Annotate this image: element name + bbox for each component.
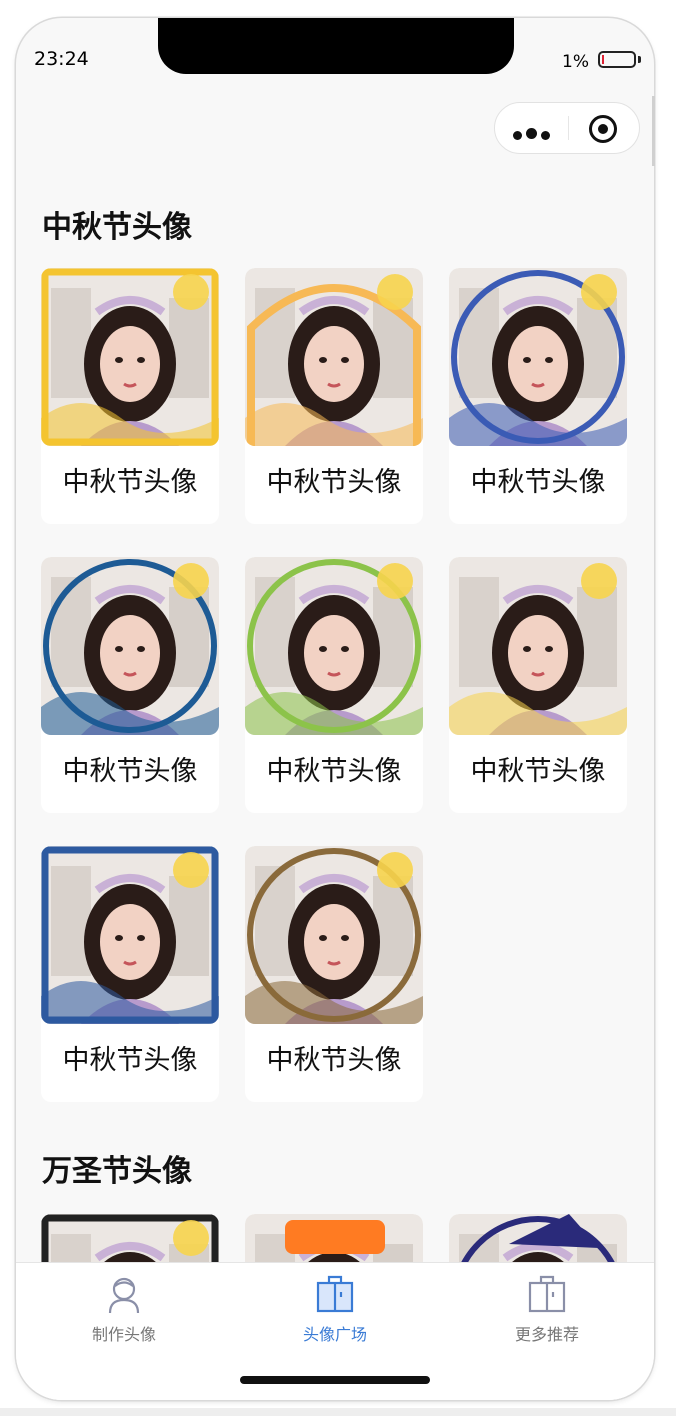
section-title-halloween: 万圣节头像 bbox=[42, 1154, 192, 1189]
tab-label-make: 制作头像 bbox=[91, 1325, 156, 1344]
avatar-card-label: 中秋节头像 bbox=[62, 467, 198, 498]
avatar-thumbnail[interactable] bbox=[245, 557, 423, 735]
bottom-strip bbox=[0, 1408, 676, 1416]
notch bbox=[158, 18, 514, 74]
avatar-thumbnail[interactable] bbox=[41, 557, 219, 735]
book-icon bbox=[528, 1275, 566, 1313]
avatar-card-label: 中秋节头像 bbox=[470, 467, 606, 498]
avatar-card[interactable]: 中秋节头像 bbox=[245, 268, 423, 524]
person-icon bbox=[108, 1277, 140, 1314]
miniprogram-capsule bbox=[494, 102, 640, 154]
avatar-card[interactable]: 中秋节头像 bbox=[245, 846, 423, 1102]
book-icon bbox=[316, 1275, 354, 1313]
tab-more-recommend[interactable]: 更多推荐 bbox=[477, 1275, 617, 1345]
avatar-thumbnail[interactable] bbox=[41, 846, 219, 1024]
avatar-card[interactable]: 中秋节头像 bbox=[41, 557, 219, 813]
avatar-card[interactable]: 中秋节头像 bbox=[245, 557, 423, 813]
phone-frame: 23:24 1% 中秋节头像 万圣节头像 中秋节头像 中秋节头像 中秋节头像 中秋节头… bbox=[16, 18, 654, 1400]
tab-avatar-plaza[interactable]: 头像广场 bbox=[265, 1275, 405, 1345]
battery-tip bbox=[638, 56, 641, 63]
avatar-thumbnail[interactable] bbox=[245, 268, 423, 446]
avatar-thumbnail[interactable] bbox=[449, 557, 627, 735]
avatar-card[interactable]: 中秋节头像 bbox=[449, 557, 627, 813]
avatar-card-label: 中秋节头像 bbox=[62, 1045, 198, 1076]
battery-icon bbox=[598, 51, 636, 68]
tab-label-plaza: 头像广场 bbox=[302, 1325, 367, 1344]
close-target-icon[interactable] bbox=[589, 115, 617, 143]
tab-make-avatar[interactable]: 制作头像 bbox=[54, 1275, 194, 1345]
capsule-divider bbox=[568, 116, 569, 140]
avatar-card-label: 中秋节头像 bbox=[266, 467, 402, 498]
avatar-card[interactable]: 中秋节头像 bbox=[41, 268, 219, 524]
side-button bbox=[652, 96, 655, 166]
avatar-card-label: 中秋节头像 bbox=[62, 756, 198, 787]
status-time: 23:24 bbox=[34, 48, 89, 70]
avatar-card-label: 中秋节头像 bbox=[266, 756, 402, 787]
tab-label-more: 更多推荐 bbox=[514, 1325, 579, 1344]
avatar-thumbnail[interactable] bbox=[245, 846, 423, 1024]
avatar-thumbnail[interactable] bbox=[41, 268, 219, 446]
battery-percentage: 1% bbox=[562, 52, 589, 72]
section-title-mid-autumn: 中秋节头像 bbox=[42, 210, 192, 245]
avatar-card[interactable]: 中秋节头像 bbox=[41, 846, 219, 1102]
home-indicator bbox=[240, 1376, 430, 1384]
more-menu-icon[interactable] bbox=[513, 125, 554, 144]
avatar-card-label: 中秋节头像 bbox=[266, 1045, 402, 1076]
avatar-card-label: 中秋节头像 bbox=[470, 756, 606, 787]
avatar-thumbnail[interactable] bbox=[449, 268, 627, 446]
avatar-card[interactable]: 中秋节头像 bbox=[449, 268, 627, 524]
